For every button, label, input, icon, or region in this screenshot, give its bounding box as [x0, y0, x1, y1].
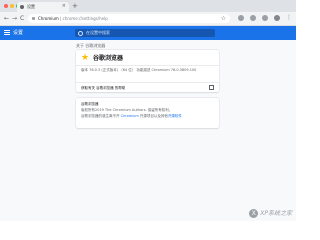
credits-text: 谷歌浏览器的诞生离不开 Chromium 开源项目以及其他开源软件 [81, 114, 182, 118]
new-tab-button[interactable]: + [72, 2, 78, 11]
settings-content: 关于 谷歌浏览器 ★ 谷歌浏览器 版本 76.0.3 (正式版本) （64 位）… [0, 40, 296, 221]
external-link-icon[interactable] [209, 85, 214, 90]
lock-icon [32, 17, 35, 20]
url-path: | chrome://settings/help [58, 16, 108, 21]
settings-header: 设置 在设置中搜索 [0, 26, 296, 40]
browser-toolbar: ← → C Chromium | chrome://settings/help … [0, 12, 296, 26]
product-name: 谷歌浏览器 [93, 55, 124, 62]
search-placeholder: 在设置中搜索 [86, 30, 110, 35]
url-host: Chromium [38, 16, 59, 21]
bookmark-star-icon[interactable]: ☆ [221, 15, 226, 22]
tab-settings[interactable]: 设置 × [17, 2, 69, 12]
search-icon [78, 31, 83, 36]
settings-title: 设置 [13, 30, 24, 36]
about-section-title: 关于 谷歌浏览器 [76, 43, 106, 48]
back-icon[interactable]: ← [4, 14, 9, 23]
get-help-link[interactable]: 获取有关 谷歌浏览器 的帮助 [81, 86, 125, 90]
copyright-text: 版权所有2019 The Chromium Authors. 保留所有权利。 [81, 108, 173, 112]
profile-avatar[interactable] [274, 15, 280, 21]
tab-title: 设置 [27, 4, 35, 9]
menu-icon[interactable]: ⋮ [286, 13, 292, 22]
extension-icon[interactable] [238, 15, 244, 21]
chromium-logo-icon: ★ [81, 53, 90, 63]
version-text: 版本 76.0.3 (正式版本) （64 位） 功能描述 Chromium 76… [81, 68, 197, 72]
credits-prefix: 谷歌浏览器的诞生离不开 [81, 114, 121, 118]
forward-icon[interactable]: → [12, 14, 17, 23]
url-text: Chromium | chrome://settings/help [38, 16, 108, 21]
extension-icon[interactable] [250, 15, 256, 21]
divider [76, 65, 219, 66]
divider [76, 82, 219, 83]
extension-icon[interactable] [262, 15, 268, 21]
gear-icon [20, 5, 24, 9]
about-card: ★ 谷歌浏览器 版本 76.0.3 (正式版本) （64 位） 功能描述 Chr… [76, 50, 219, 92]
watermark-text: XP系统之家 [260, 209, 292, 217]
minimize-window-button[interactable] [10, 4, 14, 8]
watermark: X XP系统之家 [249, 208, 292, 218]
chromium-link[interactable]: Chromium [121, 114, 139, 118]
credits-mid: 开源项目以及其他 [138, 114, 168, 118]
settings-search-input[interactable]: 在设置中搜索 [75, 29, 215, 37]
open-source-link[interactable]: 开源软件 [168, 114, 182, 118]
close-icon[interactable]: × [62, 3, 66, 10]
reload-icon[interactable]: C [20, 14, 24, 23]
address-bar[interactable]: Chromium | chrome://settings/help ☆ [28, 14, 230, 23]
legal-product-name: 谷歌浏览器 [81, 102, 99, 106]
hamburger-menu-icon[interactable] [4, 30, 10, 36]
watermark-logo-icon: X [249, 208, 259, 218]
legal-card: 谷歌浏览器 版权所有2019 The Chromium Authors. 保留所… [76, 98, 219, 128]
tab-strip: 设置 × + [0, 0, 296, 12]
close-window-button[interactable] [4, 4, 8, 8]
